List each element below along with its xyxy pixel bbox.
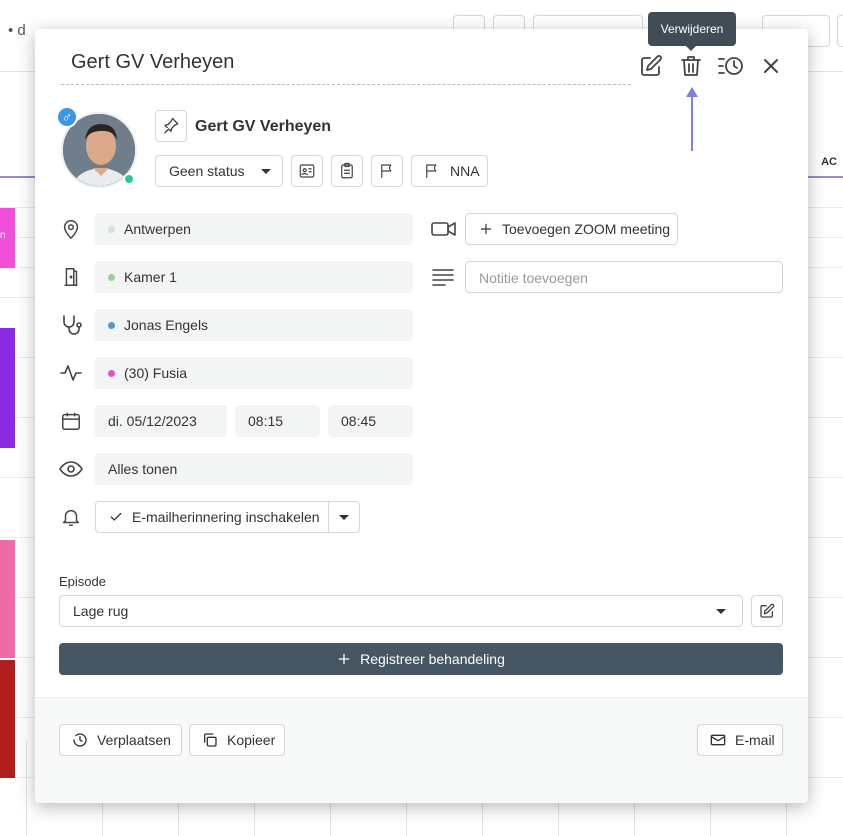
treatment-value: (30) Fusia	[124, 365, 188, 381]
modal-footer: Verplaatsen Kopieer E-mail	[35, 697, 808, 803]
practitioner-dot	[108, 321, 115, 329]
email-button[interactable]: E-mail	[697, 724, 783, 756]
edit-button[interactable]	[638, 53, 664, 79]
copy-button[interactable]: Kopieer	[189, 724, 285, 756]
calendar-gridline	[26, 740, 27, 836]
plus-icon	[338, 653, 350, 665]
gender-badge: ♂	[56, 106, 78, 128]
flag-button[interactable]	[371, 155, 403, 187]
pointer-arrow-icon	[686, 87, 698, 151]
edit-icon	[760, 603, 775, 618]
nna-flag-label: NNA	[450, 163, 480, 179]
calendar-date-label: • d	[8, 22, 26, 39]
chevron-down-icon	[716, 608, 726, 614]
note-textarea[interactable]: Notitie toevoegen	[465, 261, 783, 293]
delete-button[interactable]	[678, 53, 704, 79]
pin-icon	[164, 117, 179, 134]
visibility-field[interactable]: Alles tonen	[95, 453, 413, 485]
eye-icon	[59, 457, 83, 481]
move-button[interactable]: Verplaatsen	[59, 724, 182, 756]
history-icon	[718, 57, 743, 75]
email-reminder-label: E-mailherinnering inschakelen	[132, 509, 320, 525]
start-time-value: 08:15	[248, 413, 284, 429]
location-pin-icon	[59, 217, 83, 241]
calendar-toolbar-button[interactable]	[837, 15, 843, 47]
treatment-dot	[108, 369, 115, 377]
practitioner-value: Jonas Engels	[124, 317, 209, 333]
add-zoom-meeting-button[interactable]: Toevoegen ZOOM meeting	[465, 213, 678, 245]
tooltip-arrow	[685, 45, 697, 51]
calendar-event[interactable]: n	[0, 208, 15, 268]
calendar-event[interactable]	[0, 328, 15, 448]
clock-icon	[73, 733, 87, 747]
edit-icon	[641, 55, 662, 76]
flag-icon	[381, 164, 392, 178]
treatment-field[interactable]: (30) Fusia	[95, 357, 413, 389]
end-time-field[interactable]: 08:45	[328, 405, 413, 437]
calendar-icon	[59, 409, 83, 433]
room-field[interactable]: Kamer 1	[95, 261, 413, 293]
check-icon	[110, 512, 122, 521]
plus-icon	[480, 223, 492, 235]
flag-icon	[426, 164, 437, 178]
appointment-modal: Gert GV Verheyen Verwijderen ♂ Gert GV V…	[35, 12, 808, 803]
clipboard-icon	[341, 162, 353, 179]
edit-episode-button[interactable]	[751, 595, 783, 627]
activity-icon	[59, 361, 83, 385]
close-button[interactable]	[758, 53, 784, 79]
clipboard-button[interactable]	[331, 155, 363, 187]
date-value: di. 05/12/2023	[108, 413, 197, 429]
calendar-event-label: n	[0, 230, 6, 241]
email-reminder-dropdown[interactable]	[328, 501, 360, 533]
visibility-value: Alles tonen	[108, 461, 178, 477]
notes-icon	[431, 265, 455, 289]
room-value: Kamer 1	[124, 269, 177, 285]
contact-card-icon	[299, 164, 315, 178]
register-treatment-label: Registreer behandeling	[360, 651, 505, 667]
close-icon	[764, 59, 778, 73]
modal-title[interactable]: Gert GV Verheyen	[71, 51, 234, 74]
stethoscope-icon	[59, 313, 83, 337]
date-field[interactable]: di. 05/12/2023	[95, 405, 227, 437]
location-value: Antwerpen	[124, 221, 191, 237]
patient-name[interactable]: Gert GV Verheyen	[195, 118, 331, 136]
delete-tooltip: Verwijderen	[648, 12, 736, 46]
pin-button[interactable]	[155, 110, 187, 142]
calendar-event[interactable]	[0, 540, 15, 658]
chevron-down-icon	[260, 168, 271, 174]
end-time-value: 08:45	[341, 413, 377, 429]
chevron-down-icon	[339, 514, 349, 520]
video-icon	[431, 217, 457, 241]
copy-icon	[204, 733, 217, 747]
register-treatment-button[interactable]: Registreer behandeling	[59, 643, 783, 675]
copy-label: Kopieer	[227, 732, 276, 748]
room-dot	[108, 273, 115, 281]
bell-icon	[59, 505, 83, 529]
mail-icon	[710, 734, 726, 746]
location-field[interactable]: Antwerpen	[95, 213, 413, 245]
calendar-column-header[interactable]: AC	[821, 156, 837, 168]
calendar-event[interactable]	[0, 660, 15, 778]
start-time-field[interactable]: 08:15	[235, 405, 320, 437]
door-icon	[59, 265, 83, 289]
contact-card-button[interactable]	[291, 155, 323, 187]
practitioner-field[interactable]: Jonas Engels	[95, 309, 413, 341]
episode-label: Episode	[59, 574, 106, 589]
title-underline	[61, 84, 631, 85]
email-reminder-button[interactable]: E-mailherinnering inschakelen	[95, 501, 329, 533]
episode-select[interactable]: Lage rug	[59, 595, 743, 627]
history-button[interactable]	[716, 53, 746, 79]
location-dot	[108, 225, 115, 233]
online-status-dot	[123, 173, 135, 185]
status-dropdown[interactable]: Geen status	[155, 155, 283, 187]
nna-flag-button[interactable]: NNA	[411, 155, 488, 187]
move-label: Verplaatsen	[97, 732, 171, 748]
status-dropdown-label: Geen status	[169, 163, 245, 179]
trash-icon	[681, 56, 701, 76]
add-zoom-meeting-label: Toevoegen ZOOM meeting	[502, 221, 671, 237]
episode-value: Lage rug	[73, 603, 129, 619]
email-label: E-mail	[735, 732, 775, 748]
